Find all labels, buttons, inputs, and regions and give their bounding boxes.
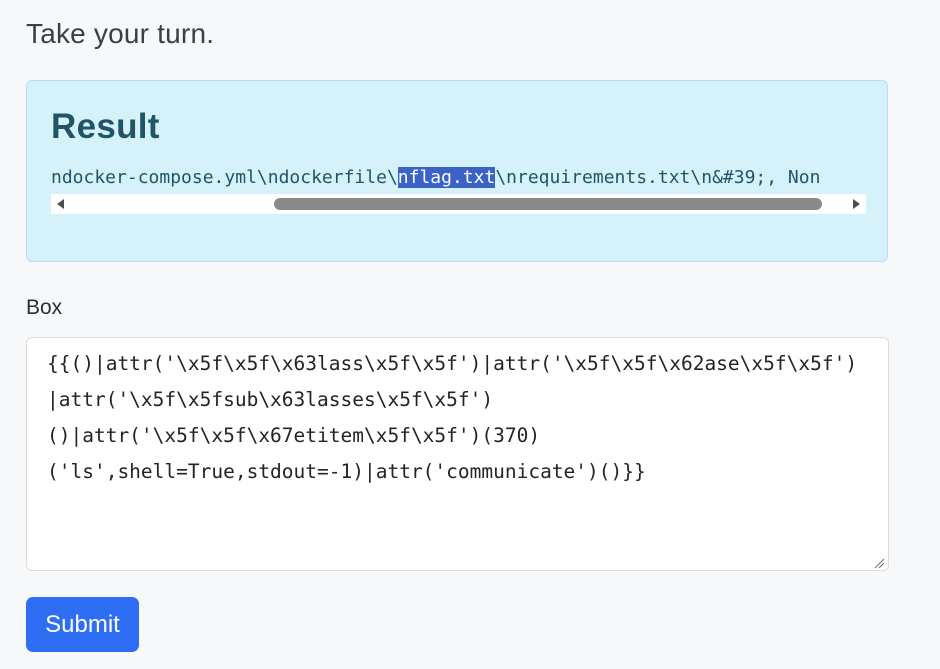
result-output-before: ndocker-compose.yml\ndockerfile\ (51, 167, 398, 188)
submit-button[interactable]: Submit (26, 597, 139, 652)
result-output[interactable]: ndocker-compose.yml\ndockerfile\nflag.tx… (51, 161, 866, 215)
resize-handle-icon[interactable] (873, 557, 885, 569)
box-textarea[interactable]: {{()|attr('\x5f\x5f\x63lass\x5f\x5f')|at… (26, 337, 889, 571)
result-output-after: \nrequirements.txt\n&#39;, Non (495, 167, 821, 188)
result-output-text[interactable]: ndocker-compose.yml\ndockerfile\nflag.tx… (51, 163, 866, 193)
page-heading: Take your turn. (26, 18, 215, 49)
scroll-right-arrow-icon[interactable] (853, 199, 860, 209)
box-label: Box (26, 296, 63, 319)
result-title: Result (51, 107, 160, 146)
result-alert: Result ndocker-compose.yml\ndockerfile\n… (26, 80, 888, 262)
horizontal-scrollbar[interactable] (51, 194, 866, 214)
scroll-left-arrow-icon[interactable] (57, 199, 64, 209)
scrollbar-thumb[interactable] (274, 198, 822, 210)
selected-text: nflag.txt (397, 167, 496, 188)
